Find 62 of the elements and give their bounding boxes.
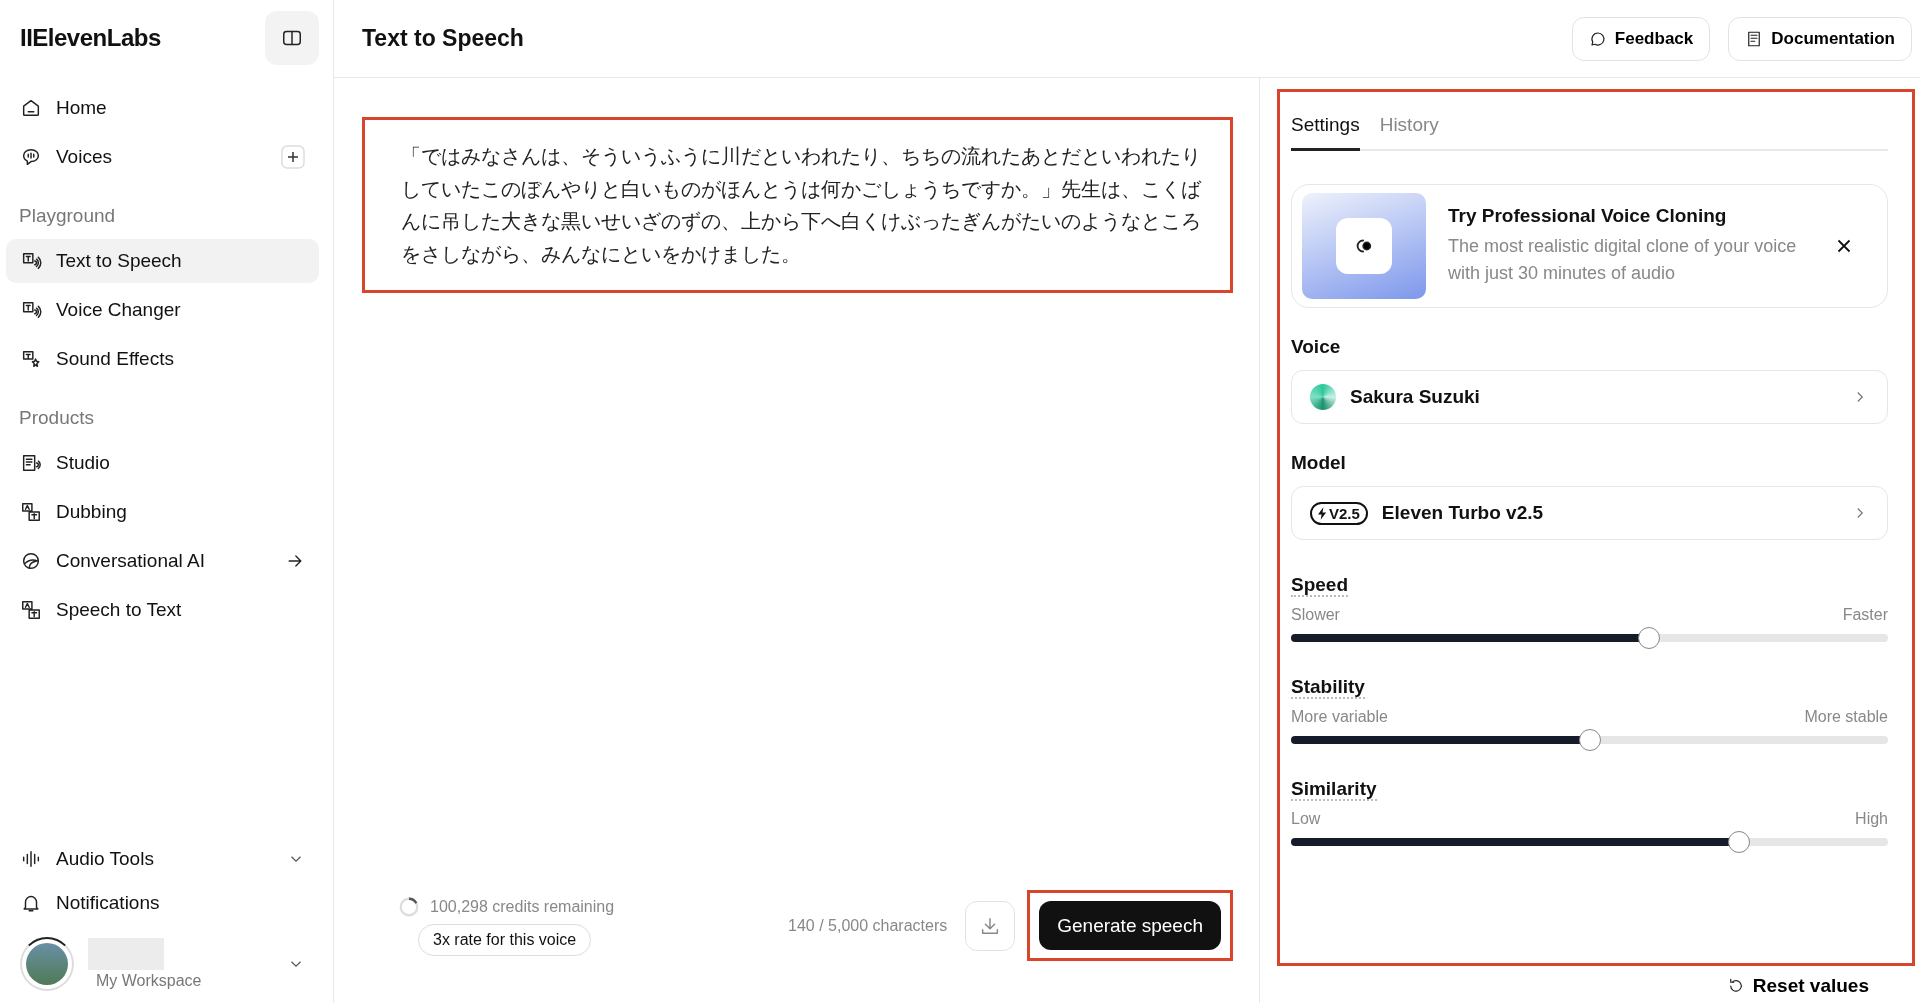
translate-icon (20, 599, 42, 621)
tab[interactable]: History (1379, 106, 1439, 151)
slider-min-label: Slower (1291, 606, 1340, 624)
credits-text: 100,298 credits remaining (430, 897, 615, 916)
voice-selector[interactable]: Sakura Suzuki (1291, 370, 1888, 424)
page-title: Text to Speech (362, 25, 524, 52)
slider-min-label: Low (1291, 810, 1321, 828)
slider-handle[interactable] (1578, 729, 1601, 751)
promo-title: Try Professional Voice Cloning (1448, 205, 1728, 227)
sidebar-item[interactable]: Voices (6, 135, 319, 179)
model-badge: V2.5 (1310, 501, 1368, 525)
sidebar-item[interactable]: Audio Tools (6, 837, 319, 881)
section-heading: Products (18, 406, 95, 430)
voice-orb-icon (1310, 384, 1336, 410)
promo-description: The most realistic digital clone of your voice with just 30 minutes of audio (1448, 235, 1798, 285)
loading-spinner-icon (398, 895, 420, 918)
slider-max-label: High (1855, 810, 1888, 828)
workspace-label: My Workspace (95, 972, 203, 990)
character-count: 140 / 5,000 characters (788, 916, 948, 935)
section-heading: Playground (18, 204, 117, 228)
sidebar-item[interactable]: Dubbing (6, 490, 319, 534)
model-selector[interactable]: V2.5 Eleven Turbo v2.5 (1291, 486, 1888, 540)
sidebar-item[interactable]: Home (6, 86, 319, 130)
text-sound-icon (20, 299, 42, 321)
sidebar-toggle-button[interactable] (265, 11, 319, 65)
logo[interactable]: IIElevenLabs (20, 24, 161, 52)
tab[interactable]: Settings (1291, 106, 1360, 151)
home-icon (20, 97, 42, 119)
slider-label: Speed (1291, 574, 1349, 597)
sidebar-item[interactable]: Speech to Text (6, 588, 319, 632)
plus-icon[interactable] (281, 145, 305, 169)
sidebar-item[interactable]: Voice Changer (6, 288, 319, 332)
lightning-icon (1318, 506, 1327, 520)
slider-max-label: Faster (1842, 606, 1888, 624)
avatar-photo-placeholder (26, 943, 68, 985)
sidebar-item[interactable]: Studio (6, 441, 319, 485)
globe-icon (20, 550, 42, 572)
slider-handle[interactable] (1638, 627, 1661, 649)
waveform-icon (20, 848, 42, 870)
slider-label: Stability (1291, 676, 1365, 699)
text-sound-icon (20, 250, 42, 272)
slider-label: Similarity (1291, 778, 1377, 801)
sidebar-item[interactable]: Sound Effects (6, 337, 319, 381)
generate-speech-button[interactable]: Generate speech (1039, 901, 1221, 950)
workspace-switcher[interactable]: My Workspace (6, 931, 319, 1003)
speech-bubble-icon (20, 146, 42, 168)
header-button[interactable]: Feedback (1571, 16, 1711, 61)
sidebar-item[interactable]: Conversational AI (6, 539, 319, 583)
slider-min-label: More variable (1291, 708, 1388, 726)
field-label: Voice (1291, 336, 1342, 358)
field-label: Model (1291, 452, 1347, 474)
slider-max-label: More stable (1804, 708, 1888, 726)
sidebar-item[interactable]: Notifications (6, 881, 319, 925)
speech-bubble-icon (1588, 29, 1607, 48)
reset-values-button[interactable]: Reset values (1720, 974, 1875, 998)
translate-icon (20, 501, 42, 523)
header-button[interactable]: Documentation (1728, 16, 1912, 61)
text-sparkle-icon (20, 348, 42, 370)
document-sound-icon (20, 452, 42, 474)
slider-handle[interactable] (1727, 831, 1750, 853)
sidebar-item[interactable]: Text to Speech (6, 239, 319, 283)
text-input[interactable]: 「ではみなさんは、そういうふうに川だといわれたり、ちちの流れたあとだといわれたりしていたこのぼんやりと白いものがほんとうは何かごしょうちですか。」先生は、こくばんに吊した大きな黒いせいざのずの、上から下へ白くけぶったぎんがたいのようなところをさしながら、みんなにといをかけました。 (401, 140, 1210, 270)
